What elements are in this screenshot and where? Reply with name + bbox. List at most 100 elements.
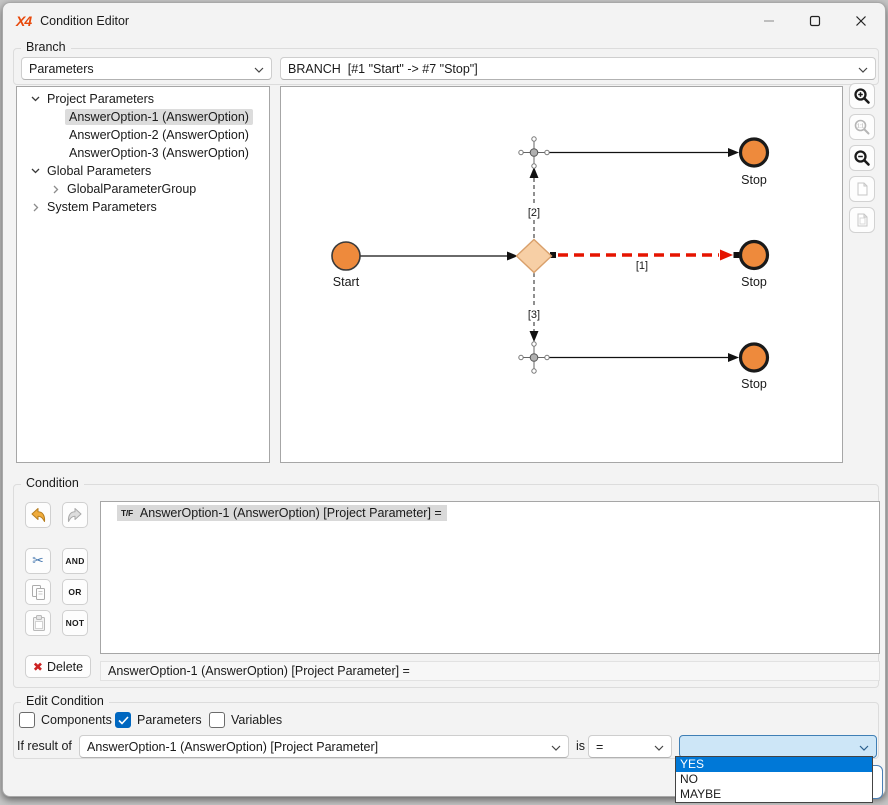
chevron-down-icon [254, 67, 264, 73]
tree-item-answeroption-2[interactable]: AnswerOption-2 (AnswerOption) [17, 126, 269, 144]
tree-item-label: AnswerOption-1 (AnswerOption) [65, 109, 253, 125]
edge-start-to-decision[interactable] [360, 252, 518, 261]
node-label: Stop [741, 275, 767, 289]
minimize-icon [763, 15, 775, 27]
branch-group: Branch Parameters BRANCH [#1 "Start" -> … [13, 48, 879, 85]
check-icon [118, 716, 129, 725]
cut-icon: ✂ [32, 553, 44, 569]
stop-node-top[interactable]: Stop [741, 139, 768, 187]
result-parameter-value: AnswerOption-1 (AnswerOption) [Project P… [87, 740, 378, 754]
redo-button[interactable] [62, 502, 88, 528]
condition-list-item[interactable]: T/F AnswerOption-1 (AnswerOption) [Proje… [117, 505, 447, 521]
not-button[interactable]: NOT [62, 610, 88, 636]
tree-item-label: AnswerOption-3 (AnswerOption) [65, 145, 253, 161]
components-checkbox-label: Components [41, 713, 112, 727]
edit-condition-group-label: Edit Condition [21, 694, 109, 708]
tree-item-answeroption-3[interactable]: AnswerOption-3 (AnswerOption) [17, 144, 269, 162]
maximize-icon [809, 15, 821, 27]
stop-node-middle[interactable]: Stop [741, 242, 768, 290]
tree-item-project-parameters[interactable]: Project Parameters [17, 90, 269, 108]
branch-select-value: BRANCH [#1 "Start" -> #7 "Stop"] [288, 62, 478, 76]
branch-select[interactable]: BRANCH [#1 "Start" -> #7 "Stop"] [280, 57, 876, 80]
chevron-right-icon[interactable] [28, 203, 43, 212]
delete-button[interactable]: ✖ Delete [25, 655, 91, 678]
operator-value: = [596, 740, 603, 754]
fit-width-button[interactable] [849, 207, 875, 233]
node-label: Start [333, 275, 360, 289]
parameters-checkbox-label: Parameters [137, 713, 202, 727]
edge-2[interactable]: [2] [525, 167, 543, 239]
chevron-down-icon [859, 745, 869, 751]
chevron-down-icon [551, 745, 561, 751]
close-button[interactable] [838, 3, 884, 38]
edge-1-active[interactable]: [1] [550, 250, 740, 273]
option-maybe[interactable]: MAYBE [676, 787, 872, 802]
condition-item-type-badge: T/F [121, 508, 133, 518]
or-button[interactable]: OR [62, 579, 88, 605]
condition-item-text: AnswerOption-1 (AnswerOption) [Project P… [140, 506, 442, 520]
value-select[interactable] [679, 735, 877, 758]
decision-node[interactable] [517, 240, 552, 273]
and-button[interactable]: AND [62, 548, 88, 574]
delete-x-icon: ✖ [33, 660, 43, 674]
paste-icon [29, 614, 48, 633]
node-label: Stop [741, 173, 767, 187]
app-logo: X4 [16, 13, 31, 29]
copy-button[interactable] [25, 579, 51, 605]
tree-item-label: AnswerOption-2 (AnswerOption) [65, 127, 253, 143]
junction-node-top[interactable] [519, 137, 739, 168]
fit-page-button[interactable] [849, 176, 875, 202]
variables-checkbox[interactable] [209, 712, 225, 728]
page-icon [854, 212, 870, 228]
result-parameter-select[interactable]: AnswerOption-1 (AnswerOption) [Project P… [79, 735, 569, 758]
condition-expression-field[interactable]: AnswerOption-1 (AnswerOption) [Project P… [100, 661, 880, 681]
condition-group-label: Condition [21, 476, 84, 490]
svg-text:1:1: 1:1 [857, 124, 864, 130]
parameters-checkbox[interactable] [115, 712, 131, 728]
node-label: Stop [741, 377, 767, 391]
tree-item-label: Project Parameters [43, 91, 158, 107]
redo-icon [65, 505, 85, 525]
edge-3[interactable]: [3] [525, 273, 543, 342]
tree-item-label: Global Parameters [43, 163, 155, 179]
delete-label: Delete [47, 660, 83, 674]
page-icon [854, 181, 870, 197]
diagram-canvas[interactable]: [2] [3] [1] [280, 86, 843, 463]
junction-node-bottom[interactable] [519, 342, 739, 373]
maximize-button[interactable] [792, 3, 838, 38]
or-label: OR [68, 587, 81, 597]
tree-item-answeroption-1[interactable]: AnswerOption-1 (AnswerOption) [17, 108, 269, 126]
cut-button[interactable]: ✂ [25, 548, 51, 574]
if-result-of-label: If result of [17, 739, 72, 753]
parameters-checkbox-group: Parameters [115, 712, 202, 728]
window-title: Condition Editor [40, 14, 129, 28]
copy-icon [29, 583, 48, 602]
start-node[interactable]: Start [332, 242, 360, 289]
chevron-down-icon [858, 67, 868, 73]
tree-item-label: GlobalParameterGroup [63, 181, 200, 197]
operator-select[interactable]: = [588, 735, 672, 758]
tree-item-system-parameters[interactable]: System Parameters [17, 198, 269, 216]
and-label: AND [65, 556, 84, 566]
components-checkbox[interactable] [19, 712, 35, 728]
value-dropdown-popup: YES NO MAYBE [675, 756, 873, 803]
minimize-button[interactable] [746, 3, 792, 38]
chevron-down-icon[interactable] [28, 96, 43, 102]
zoom-actual-size-button[interactable]: 1:1 [849, 114, 875, 140]
edge-label: [1] [636, 260, 648, 272]
tree-item-globalparametergroup[interactable]: GlobalParameterGroup [17, 180, 269, 198]
paste-button[interactable] [25, 610, 51, 636]
zoom-out-button[interactable] [849, 145, 875, 171]
stop-node-bottom[interactable]: Stop [741, 344, 768, 391]
undo-button[interactable] [25, 502, 51, 528]
option-no[interactable]: NO [676, 772, 872, 787]
chevron-down-icon[interactable] [28, 168, 43, 174]
chevron-right-icon[interactable] [48, 185, 63, 194]
title-bar: X4 Condition Editor [3, 3, 885, 39]
condition-list[interactable]: T/F AnswerOption-1 (AnswerOption) [Proje… [100, 501, 880, 654]
parameter-source-select[interactable]: Parameters [21, 57, 272, 80]
zoom-in-button[interactable] [849, 83, 875, 109]
variables-checkbox-group: Variables [209, 712, 282, 728]
tree-item-global-parameters[interactable]: Global Parameters [17, 162, 269, 180]
option-yes[interactable]: YES [676, 757, 872, 772]
